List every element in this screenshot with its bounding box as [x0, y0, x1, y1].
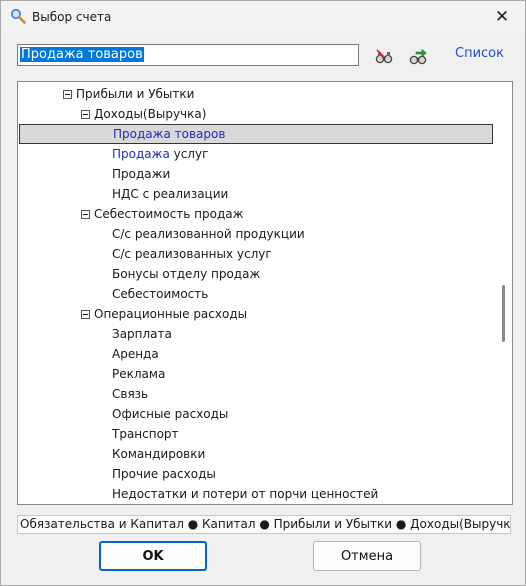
- tree-row[interactable]: С/с реализованных услуг: [18, 244, 494, 264]
- collapse-toggle-icon[interactable]: [81, 310, 90, 319]
- tree-row-label: Транспорт: [112, 424, 179, 444]
- tree-row[interactable]: Транспорт: [18, 424, 494, 444]
- tree-row-text: Недостатки и потери от порчи ценностей: [112, 487, 379, 501]
- tree-row-label: НДС с реализации: [112, 184, 228, 204]
- cancel-button[interactable]: Отмена: [313, 541, 421, 571]
- tree-row-text: услуг: [169, 147, 209, 161]
- tree-row-label: С/с реализованной продукции: [112, 224, 305, 244]
- tree-row-text: Прибыли и Убытки: [76, 87, 195, 101]
- find-next-button[interactable]: [407, 46, 429, 68]
- tree-row-label: Связь: [112, 384, 148, 404]
- tree-row-label: Себестоимость продаж: [94, 204, 243, 224]
- search-match-text: Продажа: [112, 147, 170, 161]
- tree-row-label: Операционные расходы: [94, 304, 247, 324]
- account-tree[interactable]: Прибыли и Убытки Доходы(Выручка) Продажа т…: [17, 81, 513, 505]
- search-input[interactable]: Продажа товаров: [17, 44, 359, 66]
- tree-group-row[interactable]: Операционные расходы: [18, 304, 494, 324]
- tree-row-label: Аренда: [112, 344, 159, 364]
- tree-row-label: Недостатки и потери от порчи ценностей: [112, 484, 378, 504]
- tree-row-label: Продажи: [112, 164, 170, 184]
- magnifier-icon: [11, 9, 26, 24]
- tree-row[interactable]: Продажа услуг: [18, 144, 494, 164]
- search-match-text: Продажа товаров: [113, 127, 226, 141]
- close-icon: ✕: [494, 6, 510, 27]
- tree-row-label: Зарплата: [112, 324, 172, 344]
- tree-row[interactable]: Офисные расходы: [18, 404, 494, 424]
- collapse-toggle-icon[interactable]: [81, 210, 90, 219]
- tree-row-label: Продажа услуг: [112, 144, 208, 164]
- tree-row[interactable]: Продажа товаров: [19, 124, 493, 144]
- tree-row[interactable]: Аренда: [18, 344, 494, 364]
- tree-row[interactable]: Зарплата: [18, 324, 494, 344]
- find-button[interactable]: [373, 46, 395, 68]
- tree-row-text: Офисные расходы: [112, 407, 229, 421]
- tree-row-label: С/с реализованных услуг: [112, 244, 272, 264]
- collapse-toggle-icon[interactable]: [81, 110, 90, 119]
- search-input-value: Продажа товаров: [20, 47, 144, 62]
- tree-row[interactable]: Реклама: [18, 364, 494, 384]
- tree-row-label: Командировки: [112, 444, 205, 464]
- tree-row-text: Транспорт: [112, 427, 179, 441]
- tree-row[interactable]: Бонусы отделу продаж: [18, 264, 494, 284]
- tree-row-text: С/с реализованной продукции: [112, 227, 305, 241]
- tree-row-text: Прочие расходы: [112, 467, 216, 481]
- title-bar[interactable]: Выбор счета ✕: [1, 1, 525, 33]
- tree-row-label: Прочие расходы: [112, 464, 216, 484]
- tree-row[interactable]: Командировки: [18, 444, 494, 464]
- scrollbar-thumb[interactable]: [502, 285, 505, 342]
- tree-row[interactable]: НДС с реализации: [18, 184, 494, 204]
- account-picker-window: Выбор счета ✕ Продажа товаров Список При…: [0, 0, 526, 586]
- tree-row-label: Себестоимость: [112, 284, 208, 304]
- tree-row-text: Командировки: [112, 447, 206, 461]
- close-button[interactable]: ✕: [479, 1, 525, 32]
- tree-group-row[interactable]: Себестоимость продаж: [18, 204, 494, 224]
- tree-row-label: Прибыли и Убытки: [76, 84, 194, 104]
- collapse-toggle-icon[interactable]: [63, 90, 72, 99]
- tree-row-text: Зарплата: [112, 327, 172, 341]
- tree-row-label: Продажа товаров: [113, 125, 225, 143]
- tree-row-text: Реклама: [112, 367, 166, 381]
- window-title: Выбор счета: [32, 10, 112, 24]
- tree-scrollbar[interactable]: [496, 82, 511, 504]
- tree-row[interactable]: Недостатки и потери от порчи ценностей: [18, 484, 494, 504]
- find-icon: [375, 49, 393, 64]
- list-link[interactable]: Список: [455, 46, 504, 61]
- tree-row-text: Продажи: [112, 167, 171, 181]
- ok-button[interactable]: OK: [99, 541, 207, 571]
- tree-row-text: Себестоимость: [112, 287, 209, 301]
- tree-row[interactable]: Связь: [18, 384, 494, 404]
- tree-row-text: С/с реализованных услуг: [112, 247, 272, 261]
- tree-row-text: Бонусы отделу продаж: [112, 267, 261, 281]
- tree-row-text: Связь: [112, 387, 149, 401]
- breadcrumb: Обязательства и Капитал ● Капитал ● Приб…: [17, 515, 511, 534]
- tree-row-label: Реклама: [112, 364, 165, 384]
- tree-row[interactable]: Прочие расходы: [18, 464, 494, 484]
- tree-row[interactable]: Продажи: [18, 164, 494, 184]
- tree-row-label: Доходы(Выручка): [94, 104, 206, 124]
- tree-group-row[interactable]: Доходы(Выручка): [18, 104, 494, 124]
- tree-row[interactable]: С/с реализованной продукции: [18, 224, 494, 244]
- tree-row-label: Бонусы отделу продаж: [112, 264, 260, 284]
- tree-row-text: Аренда: [112, 347, 159, 361]
- tree-row-text: Доходы(Выручка): [94, 107, 207, 121]
- find-next-icon: [409, 48, 427, 65]
- tree-row-label: Офисные расходы: [112, 404, 228, 424]
- tree-row[interactable]: Себестоимость: [18, 284, 494, 304]
- tree-row-text: Операционные расходы: [94, 307, 248, 321]
- tree-row-text: НДС с реализации: [112, 187, 229, 201]
- tree-group-row[interactable]: Прибыли и Убытки: [18, 84, 494, 104]
- tree-row-text: Себестоимость продаж: [94, 207, 244, 221]
